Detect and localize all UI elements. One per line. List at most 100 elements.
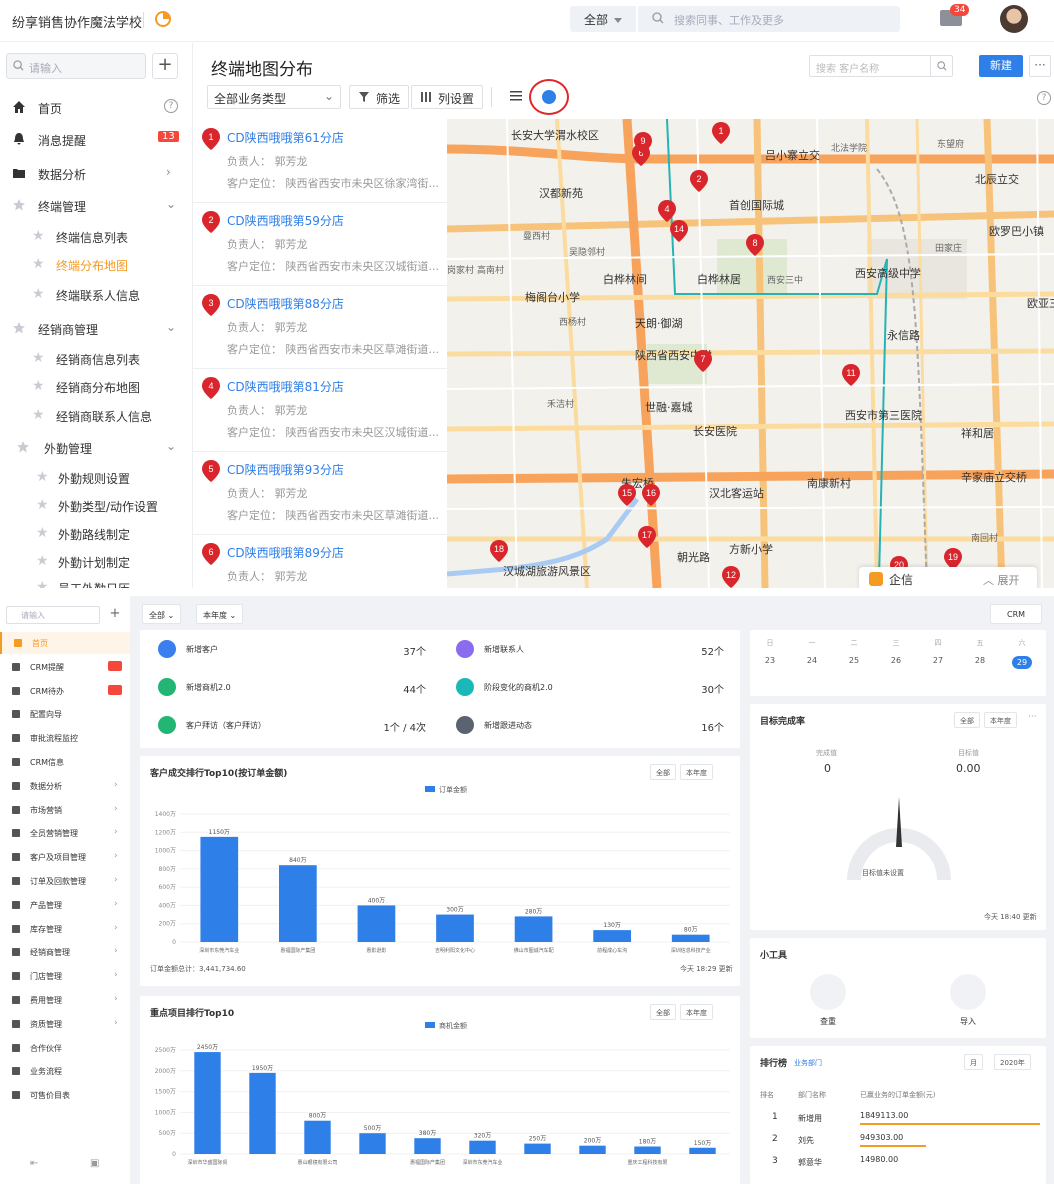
map-pin-16[interactable]: 16 bbox=[641, 483, 661, 507]
sidebar-item[interactable]: 首页 bbox=[0, 632, 130, 654]
sidebar-item-home[interactable]: 首页 ? bbox=[0, 95, 192, 119]
calendar-day[interactable]: 29 bbox=[1012, 656, 1032, 669]
sidebar-item-field[interactable]: 外勤管理 ⌄ bbox=[0, 435, 192, 459]
column-settings-button[interactable]: 列设置 bbox=[411, 85, 484, 109]
store-card[interactable]: 3 CD陕西哦哦第88分店 负责人： 郭芳龙 客户定位： 陕西省西安市未央区草滩街道.… bbox=[193, 285, 447, 369]
period-filter[interactable]: 本年度 bbox=[984, 712, 1017, 728]
dedupe-icon[interactable] bbox=[810, 974, 846, 1010]
avatar[interactable] bbox=[1000, 5, 1028, 33]
store-card[interactable]: 2 CD陕西哦哦第59分店 负责人： 郭芳龙 客户定位： 陕西省西安市未央区汉城街道.… bbox=[193, 202, 447, 286]
sidebar-item[interactable]: 全员营销管理 › bbox=[0, 822, 130, 844]
settings-icon[interactable]: ▣ bbox=[90, 1158, 99, 1169]
global-search-input[interactable]: 搜索同事、工作及更多 bbox=[638, 6, 900, 32]
bar[interactable] bbox=[689, 1147, 716, 1154]
business-type-select[interactable]: 全部业务类型 ⌄ bbox=[207, 85, 341, 109]
store-card[interactable]: 6 CD陕西哦哦第89分店 负责人： 郭芳龙 bbox=[193, 534, 447, 588]
store-name[interactable]: CD陕西哦哦第88分店 bbox=[227, 295, 344, 312]
sidebar-sub-field-calendar[interactable]: ★员工外勤日历 bbox=[0, 576, 192, 588]
store-name[interactable]: CD陕西哦哦第93分店 bbox=[227, 461, 344, 478]
sidebar-item[interactable]: 库存管理 › bbox=[0, 918, 130, 940]
bar[interactable] bbox=[671, 934, 710, 942]
sidebar-sub-field-rules[interactable]: ★ 外勤规则设置 bbox=[0, 466, 192, 488]
store-card[interactable]: 5 CD陕西哦哦第93分店 负责人： 郭芳龙 客户定位： 陕西省西安市未央区草滩街道.… bbox=[193, 451, 447, 535]
sidebar-item[interactable]: CRM待办 bbox=[0, 680, 130, 702]
sidebar-item[interactable]: 审批流程监控 bbox=[0, 727, 130, 749]
bar[interactable] bbox=[200, 836, 239, 942]
bar[interactable] bbox=[249, 1072, 276, 1154]
crm-switch[interactable]: CRM bbox=[990, 604, 1042, 624]
calendar-day[interactable]: 28 bbox=[970, 656, 990, 665]
map-pin-1[interactable]: 1 bbox=[711, 121, 731, 145]
sidebar-item-terminal[interactable]: 终端管理 ⌄ bbox=[0, 193, 192, 217]
sidebar-sub-dealer-list[interactable]: ★ 经销商信息列表 bbox=[0, 347, 192, 369]
sidebar-item[interactable]: 客户及项目管理 › bbox=[0, 846, 130, 868]
sidebar-item[interactable]: 订单及回款管理 › bbox=[0, 870, 130, 892]
sidebar-sub-dealer-contacts[interactable]: ★ 经销商联系人信息 bbox=[0, 404, 192, 426]
bar[interactable] bbox=[304, 1120, 331, 1154]
sidebar-item[interactable]: 配置向导 bbox=[0, 703, 130, 725]
bar[interactable] bbox=[634, 1146, 661, 1154]
rank-row[interactable]: 1 新增用 1849113.00 bbox=[760, 1110, 1040, 1130]
sidebar-item[interactable]: 数据分析 › bbox=[0, 775, 130, 797]
map-pin-14[interactable]: 14 bbox=[669, 219, 689, 243]
sidebar-item[interactable]: CRM提醒 bbox=[0, 656, 130, 678]
more-icon[interactable]: ··· bbox=[1028, 712, 1037, 722]
search-button[interactable] bbox=[930, 56, 952, 76]
more-button[interactable]: ··· bbox=[1029, 55, 1051, 77]
import-icon[interactable] bbox=[950, 974, 986, 1010]
stat-item[interactable]: 新增跟进动态 16个 bbox=[456, 714, 724, 738]
sidebar-item[interactable]: 可售价目表 bbox=[0, 1084, 130, 1106]
chat-bar[interactable]: 企信 ︿ 展开 bbox=[859, 567, 1037, 588]
stat-item[interactable]: 客户拜访（客户拜访） 1个 / 4次 bbox=[158, 714, 426, 738]
sidebar-item[interactable]: 费用管理 › bbox=[0, 989, 130, 1011]
bar[interactable] bbox=[579, 1145, 606, 1154]
calendar-day[interactable]: 24 bbox=[802, 656, 822, 665]
bar[interactable] bbox=[469, 1140, 496, 1154]
map-pin-17[interactable]: 17 bbox=[637, 525, 657, 549]
store-name[interactable]: CD陕西哦哦第61分店 bbox=[227, 129, 344, 146]
sidebar-item-analytics[interactable]: 数据分析 › bbox=[0, 161, 192, 185]
sidebar-item[interactable]: 经销商管理 › bbox=[0, 941, 130, 963]
sidebar-item-dealer[interactable]: 经销商管理 ⌄ bbox=[0, 316, 192, 340]
calendar-day[interactable]: 23 bbox=[760, 656, 780, 665]
help-icon[interactable]: ? bbox=[1037, 91, 1051, 105]
add-button[interactable]: + bbox=[152, 53, 178, 79]
column-header[interactable]: 部门名称 bbox=[798, 1090, 826, 1100]
map-pin-9[interactable]: 9 bbox=[633, 131, 653, 155]
new-button[interactable]: 新建 bbox=[979, 55, 1023, 77]
sidebar-item[interactable]: 门店管理 › bbox=[0, 965, 130, 987]
bar[interactable] bbox=[357, 905, 396, 942]
calendar-day[interactable]: 25 bbox=[844, 656, 864, 665]
store-name[interactable]: CD陕西哦哦第59分店 bbox=[227, 212, 344, 229]
map-view[interactable]: 长安大学渭水校区 吕小寨立交 北辰立交 汉都新苑 首创国际城 欧罗巴小镇 西安高级中学 白桦林… bbox=[447, 119, 1054, 588]
sidebar-search-input[interactable]: 请输入 bbox=[6, 606, 100, 624]
map-pin-11[interactable]: 11 bbox=[841, 363, 861, 387]
list-view-icon[interactable] bbox=[509, 89, 523, 103]
add-button[interactable]: + bbox=[106, 606, 124, 624]
bar[interactable] bbox=[593, 930, 631, 942]
customer-search-input[interactable]: 搜索 客户名称 bbox=[809, 55, 953, 77]
store-card[interactable]: 1 CD陕西哦哦第61分店 负责人： 郭芳龙 客户定位： 陕西省西安市未央区徐家湾街.… bbox=[193, 119, 447, 203]
stat-item[interactable]: 新增联系人 52个 bbox=[456, 638, 724, 662]
scope-filter[interactable]: 全部 ⌄ bbox=[142, 604, 182, 624]
sidebar-item[interactable]: CRM信息 bbox=[0, 751, 130, 773]
sidebar-item[interactable]: 合作伙伴 bbox=[0, 1037, 130, 1059]
map-pin-15[interactable]: 15 bbox=[617, 483, 637, 507]
sidebar-item[interactable]: 资质管理 › bbox=[0, 1013, 130, 1035]
bar[interactable] bbox=[524, 1143, 551, 1154]
sidebar-sub-field-routes[interactable]: ★ 外勤路线制定 bbox=[0, 522, 192, 544]
sidebar-sub-dealer-map[interactable]: ★ 经销商分布地图 bbox=[0, 375, 192, 397]
scope-select[interactable]: 全部 bbox=[570, 6, 636, 32]
store-card[interactable]: 4 CD陕西哦哦第81分店 负责人： 郭芳龙 客户定位： 陕西省西安市未央区汉城街道.… bbox=[193, 368, 447, 452]
map-view-toggle[interactable] bbox=[529, 79, 569, 115]
collapse-icon[interactable]: ⇤ bbox=[30, 1158, 38, 1169]
column-header[interactable]: 已赢业务的订单金额(元) bbox=[860, 1090, 935, 1100]
sidebar-search-input[interactable]: 请输入 bbox=[6, 53, 146, 79]
bar[interactable] bbox=[279, 865, 317, 942]
sidebar-item[interactable]: 市场营销 › bbox=[0, 799, 130, 821]
rank-row[interactable]: 3 郭意华 14980.00 bbox=[760, 1154, 1040, 1174]
filter-button[interactable]: 筛选 bbox=[349, 85, 410, 109]
map-pin-8[interactable]: 8 bbox=[745, 233, 765, 257]
year-select[interactable]: 2020年 bbox=[994, 1054, 1031, 1070]
sidebar-item[interactable]: 业务流程 bbox=[0, 1060, 130, 1082]
